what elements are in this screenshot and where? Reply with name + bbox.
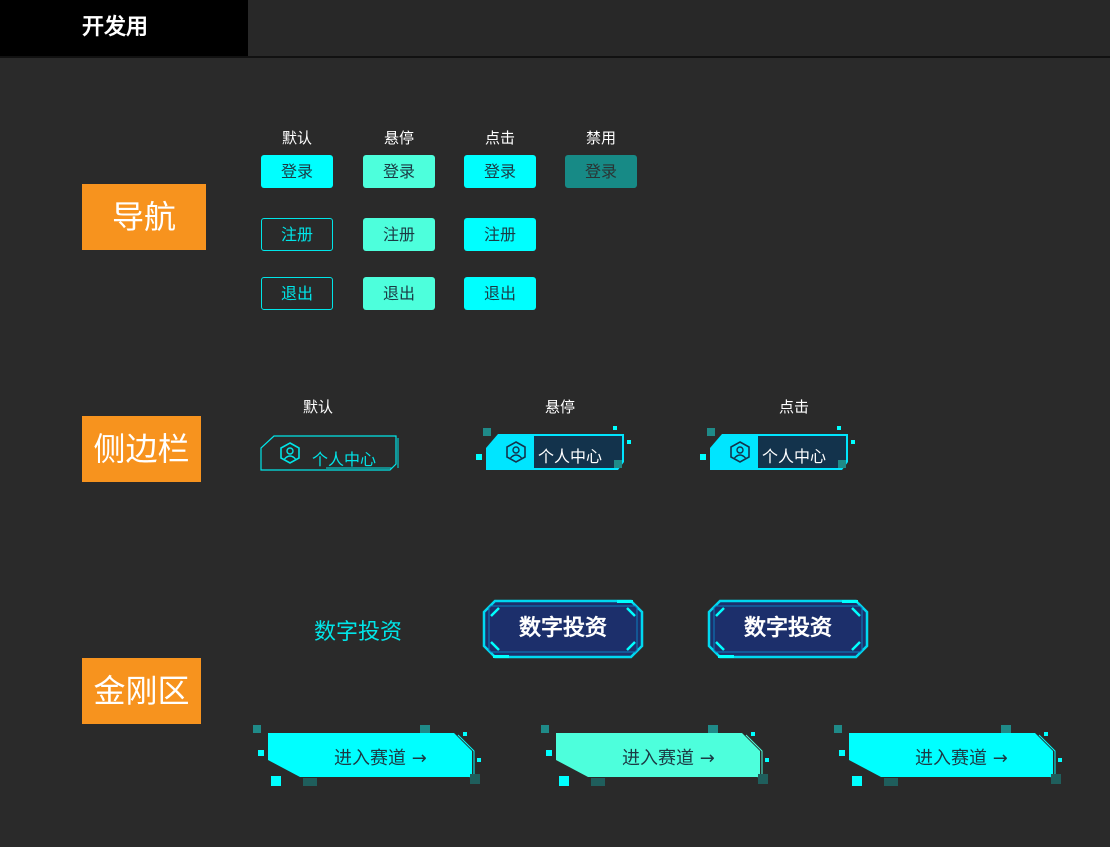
- kingkong-item-hover[interactable]: 数字投资: [481, 598, 645, 660]
- kingkong-badge-label: 数字投资: [518, 616, 607, 641]
- sidebar-state-hover: 悬停: [544, 398, 575, 416]
- sidebar-item-profile-click[interactable]: 个人中心: [700, 424, 860, 484]
- register-button-hover[interactable]: 注册: [363, 218, 435, 251]
- logout-button-hover[interactable]: 退出: [363, 277, 435, 310]
- enter-race-button-default[interactable]: 进入赛道 →: [250, 722, 490, 790]
- section-tag-sidebar: 侧边栏: [82, 416, 201, 482]
- login-button-disabled[interactable]: 登录: [565, 155, 637, 188]
- sidebar-item-label: 个人中心: [538, 447, 603, 466]
- tab-dev[interactable]: 开发用: [0, 0, 248, 56]
- sidebar-item-label: 个人中心: [312, 450, 377, 469]
- register-button-click[interactable]: 注册: [464, 218, 536, 251]
- sidebar-state-click: 点击: [778, 398, 809, 416]
- kingkong-item-click[interactable]: 数字投资: [706, 598, 870, 660]
- register-button-default[interactable]: 注册: [261, 218, 333, 251]
- state-label-disabled: 禁用: [585, 129, 616, 147]
- sidebar-item-label: 个人中心: [762, 447, 827, 466]
- enter-race-button-click[interactable]: 进入赛道 →: [831, 722, 1071, 790]
- logout-button-click[interactable]: 退出: [464, 277, 536, 310]
- enter-race-button-hover[interactable]: 进入赛道 →: [538, 722, 778, 790]
- state-label-hover: 悬停: [383, 129, 414, 147]
- enter-race-label: 进入赛道 →: [334, 748, 427, 769]
- kingkong-badge-label: 数字投资: [743, 616, 832, 641]
- state-label-default: 默认: [281, 129, 312, 147]
- state-label-click: 点击: [484, 129, 515, 147]
- kingkong-item-default[interactable]: 数字投资: [300, 614, 416, 646]
- logout-button-default[interactable]: 退出: [261, 277, 333, 310]
- arrow-right-icon: →: [411, 748, 427, 769]
- section-tag-kingkong: 金刚区: [82, 658, 201, 724]
- arrow-right-icon: →: [699, 748, 715, 769]
- sidebar-state-default: 默认: [302, 398, 333, 416]
- top-bar: 开发用: [0, 0, 1110, 58]
- arrow-right-icon: →: [992, 748, 1008, 769]
- login-button-default[interactable]: 登录: [261, 155, 333, 188]
- sidebar-item-profile-hover[interactable]: 个人中心: [476, 424, 636, 484]
- login-button-click[interactable]: 登录: [464, 155, 536, 188]
- login-button-hover[interactable]: 登录: [363, 155, 435, 188]
- enter-race-label: 进入赛道 →: [915, 748, 1008, 769]
- sidebar-item-profile-default[interactable]: 个人中心: [256, 428, 416, 488]
- enter-race-label: 进入赛道 →: [622, 748, 715, 769]
- user-hexagon-icon: [280, 442, 300, 464]
- section-tag-nav: 导航: [82, 184, 206, 250]
